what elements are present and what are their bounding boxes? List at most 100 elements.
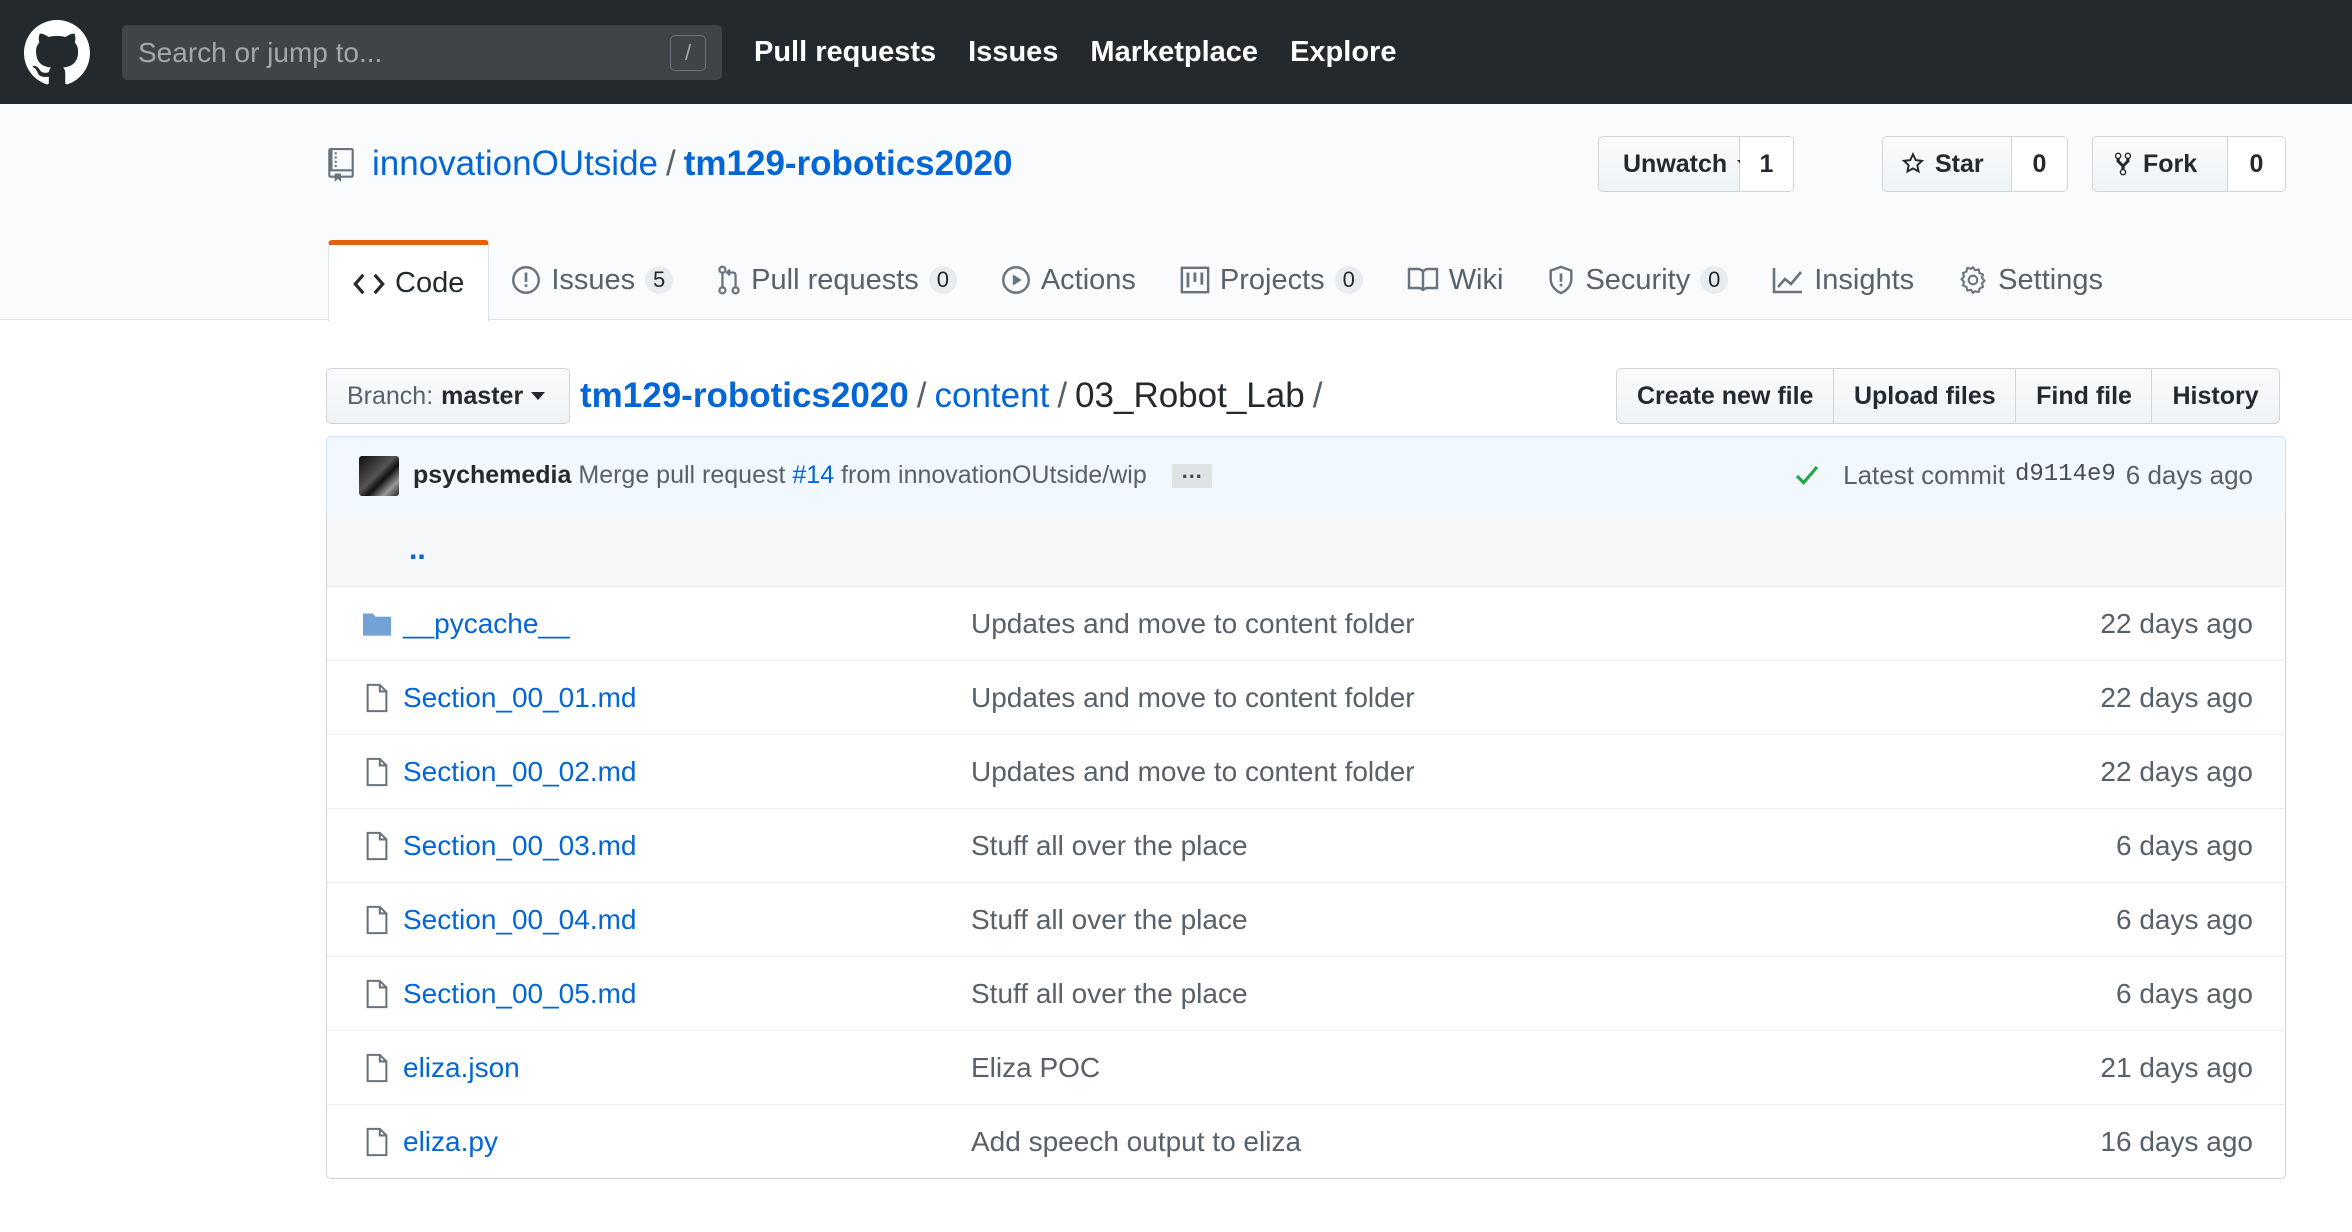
commit-message-link[interactable]: Add speech output to eliza (971, 1105, 1301, 1179)
file-name-link[interactable]: eliza.py (403, 1105, 498, 1179)
history-button[interactable]: History (2151, 368, 2280, 424)
stargazers-count[interactable]: 0 (2012, 136, 2068, 192)
tab-wiki[interactable]: Wiki (1385, 240, 1526, 320)
star-group: Star 0 (1882, 136, 2068, 192)
file-icon (359, 735, 395, 809)
create-new-file-button[interactable]: Create new file (1616, 368, 1835, 424)
issue-icon (512, 266, 541, 294)
commit-message-link[interactable]: Stuff all over the place (971, 957, 1248, 1031)
commit-age: 22 days ago (2100, 608, 2253, 639)
commit-age: 6 days ago (2116, 978, 2253, 1009)
pull-request-icon (718, 265, 740, 295)
commit-message-link[interactable]: Updates and move to content folder (971, 735, 1415, 809)
table-row: eliza.json Eliza POC 21 days ago (327, 1030, 2285, 1104)
repo-name-link[interactable]: tm129-robotics2020 (684, 144, 1013, 183)
tab-actions[interactable]: Actions (979, 240, 1158, 320)
repo-owner-link[interactable]: innovationOUtside (372, 144, 658, 183)
watchers-count[interactable]: 1 (1740, 136, 1794, 192)
shield-icon (1549, 265, 1573, 295)
latest-commit-bar: psychemedia Merge pull request #14 from … (326, 436, 2286, 514)
latest-commit-label: Latest commit (1843, 460, 2005, 490)
table-row: Section_00_01.md Updates and move to con… (327, 660, 2285, 734)
repo-title-separator: / (666, 144, 676, 183)
tab-label: Settings (1998, 263, 2103, 296)
chevron-down-icon (531, 392, 546, 400)
file-table: .. __pycache__ Updates and move to conte… (326, 513, 2286, 1179)
table-row: Section_00_02.md Updates and move to con… (327, 734, 2285, 808)
code-icon (353, 273, 385, 294)
commit-pr-link[interactable]: #14 (792, 461, 834, 489)
tab-projects[interactable]: Projects 0 (1158, 240, 1385, 320)
breadcrumb-folder-link[interactable]: content (935, 376, 1050, 415)
commit-message-link[interactable]: Updates and move to content folder (971, 587, 1415, 661)
repo-tabs: Code Issues 5 Pull requests 0 Actions Pr… (328, 240, 2125, 322)
nav-explore[interactable]: Explore (1290, 36, 1396, 69)
commit-message-prefix[interactable]: Merge pull request (578, 461, 785, 489)
tab-settings[interactable]: Settings (1936, 240, 2125, 320)
projects-counter: 0 (1334, 266, 1363, 294)
file-name-link[interactable]: Section_00_05.md (403, 957, 637, 1031)
find-file-button[interactable]: Find file (2015, 368, 2153, 424)
search-shortcut-key: / (670, 35, 706, 71)
unwatch-button[interactable]: Unwatch (1598, 136, 1752, 192)
file-name-link[interactable]: Section_00_02.md (403, 735, 637, 809)
tab-issues[interactable]: Issues 5 (489, 240, 695, 320)
commit-message-link[interactable]: Eliza POC (971, 1031, 1100, 1105)
file-actions: Create new file Upload files Find file H… (1616, 368, 2280, 424)
book-icon (1407, 267, 1438, 292)
tab-security[interactable]: Security 0 (1525, 240, 1750, 320)
nav-marketplace[interactable]: Marketplace (1090, 36, 1258, 69)
repo-icon (328, 148, 354, 182)
search-input[interactable]: Search or jump to... / (122, 25, 722, 80)
breadcrumb-separator: / (1057, 376, 1068, 415)
commit-age: 21 days ago (2100, 1052, 2253, 1083)
commit-message-suffix[interactable]: from innovationOUtside/wip (841, 461, 1147, 489)
tab-pull-requests[interactable]: Pull requests 0 (695, 240, 979, 320)
file-icon (359, 1105, 395, 1179)
global-nav: Pull requests Issues Marketplace Explore (754, 0, 1396, 104)
breadcrumb-current: 03_Robot_Lab (1075, 376, 1305, 415)
github-logo-icon[interactable] (24, 20, 90, 86)
folder-icon (359, 587, 395, 661)
file-name-link[interactable]: Section_00_01.md (403, 661, 637, 735)
commit-message-link[interactable]: Stuff all over the place (971, 883, 1248, 957)
unwatch-label: Unwatch (1623, 149, 1728, 178)
forks-count[interactable]: 0 (2228, 136, 2286, 192)
star-label: Star (1935, 149, 1984, 178)
file-name-link[interactable]: Section_00_03.md (403, 809, 637, 883)
branch-label: Branch: (347, 381, 434, 410)
search-placeholder: Search or jump to... (138, 37, 383, 68)
play-icon (1001, 266, 1030, 294)
commit-message-link[interactable]: Stuff all over the place (971, 809, 1248, 883)
nav-issues[interactable]: Issues (968, 36, 1058, 69)
avatar[interactable] (359, 456, 399, 496)
expand-commit-button[interactable]: … (1171, 460, 1212, 489)
upload-files-button[interactable]: Upload files (1832, 368, 2017, 424)
file-name-link[interactable]: Section_00_04.md (403, 883, 637, 957)
star-button[interactable]: Star (1882, 136, 2012, 192)
parent-directory-link[interactable]: .. (409, 513, 426, 586)
file-name-link[interactable]: __pycache__ (403, 587, 570, 661)
branch-select-button[interactable]: Branch: master (326, 368, 570, 424)
tab-label: Insights (1814, 263, 1915, 296)
fork-button[interactable]: Fork (2092, 136, 2228, 192)
commit-author-link[interactable]: psychemedia (413, 461, 571, 489)
tab-code[interactable]: Code (328, 240, 490, 322)
tab-label: Projects (1219, 263, 1325, 296)
tab-label: Code (395, 267, 465, 299)
breadcrumb-repo-link[interactable]: tm129-robotics2020 (580, 376, 909, 415)
global-header: Search or jump to... / Pull requests Iss… (0, 0, 2352, 104)
project-icon (1180, 266, 1210, 294)
parent-directory-row: .. (327, 513, 2285, 586)
commit-sha-link[interactable]: d9114e9 (2015, 437, 2116, 513)
tab-insights[interactable]: Insights (1750, 240, 1936, 320)
fork-label: Fork (2143, 149, 2198, 178)
table-row: Section_00_05.md Stuff all over the plac… (327, 956, 2285, 1030)
nav-pull-requests[interactable]: Pull requests (754, 36, 936, 69)
commit-message-link[interactable]: Updates and move to content folder (971, 661, 1415, 735)
commit-age: 22 days ago (2100, 682, 2253, 713)
file-name-link[interactable]: eliza.json (403, 1031, 520, 1105)
commit-age: 6 days ago (2116, 904, 2253, 935)
file-icon (359, 661, 395, 735)
gear-icon (1960, 265, 1987, 295)
